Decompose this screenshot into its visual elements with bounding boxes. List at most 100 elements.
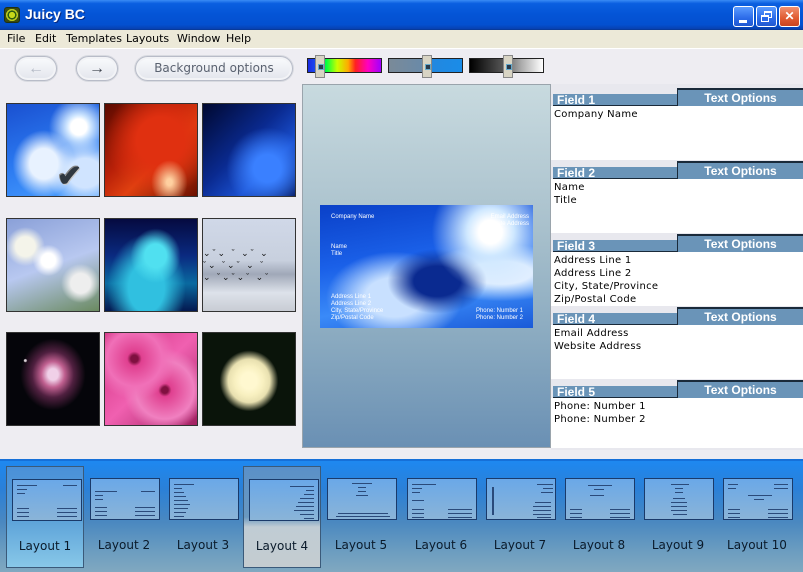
menu-help[interactable]: Help — [226, 32, 251, 45]
layout-thumbnail-line — [57, 508, 77, 509]
text-options-button[interactable]: Text Options — [677, 88, 803, 106]
field-line: Address Line 2 — [554, 268, 632, 279]
layout-thumbnail — [407, 478, 477, 520]
layout-label: Layout 4 — [255, 539, 309, 553]
layout-label: Layout 2 — [97, 538, 151, 552]
field-label: Field 5 — [553, 386, 678, 399]
layout-thumbnail — [249, 479, 319, 521]
layout-thumbnail-line — [610, 517, 630, 518]
layout-thumbnail-line — [174, 500, 188, 501]
layout-thumbnail-line — [448, 513, 472, 514]
layout-thumbnail-line — [352, 483, 372, 484]
layout-thumbnail-line — [63, 485, 77, 486]
menu-templates[interactable]: Templates — [66, 32, 122, 45]
layout-thumbnail-line — [610, 513, 630, 514]
field-label: Field 2 — [553, 167, 678, 180]
text-options-button[interactable]: Text Options — [677, 161, 803, 179]
menu-file[interactable]: File — [7, 32, 25, 45]
background-thumb-white-blossoms[interactable] — [6, 218, 100, 312]
field-text-area[interactable]: Company Name — [551, 106, 803, 160]
layout-label: Layout 8 — [572, 538, 626, 552]
layout-thumbnail — [169, 478, 239, 520]
layout-thumbnail-line — [728, 517, 740, 518]
layout-thumbnail-line — [671, 510, 687, 511]
layout-item-6[interactable]: Layout 6 — [402, 466, 480, 568]
hue-slider-thumb[interactable] — [314, 55, 325, 78]
layout-thumbnail-line — [412, 492, 420, 493]
layout-thumbnail-line — [412, 513, 424, 514]
back-button[interactable]: ← — [15, 56, 57, 81]
field-text-area[interactable]: Phone: Number 1 Phone: Number 2 — [551, 398, 803, 448]
text-options-button[interactable]: Text Options — [677, 307, 803, 325]
background-thumb-sky-clouds[interactable]: ✔ — [6, 103, 100, 197]
layout-thumbnail-line — [774, 484, 788, 485]
text-options-button[interactable]: Text Options — [677, 234, 803, 252]
layout-thumbnail-line — [358, 487, 366, 488]
title-bar[interactable]: Juicy BC ✕ — [0, 0, 803, 30]
business-card-preview[interactable]: Company Name Name Title Email Address We… — [320, 205, 533, 328]
card-address2: Address Line 2 — [331, 301, 372, 307]
background-thumb-pink-flowers[interactable] — [104, 332, 198, 426]
layout-item-2[interactable]: Layout 2 — [85, 466, 163, 568]
layout-item-10[interactable]: Layout 10 — [718, 466, 796, 568]
saturation-slider-thumb[interactable] — [421, 55, 432, 78]
layout-thumbnail-line — [95, 491, 117, 492]
brightness-slider[interactable] — [469, 55, 544, 78]
layout-thumbnail-line — [17, 493, 25, 494]
field-label: Field 4 — [553, 313, 678, 326]
app-window: Juicy BC ✕ File Edit Templates Layouts W… — [0, 0, 803, 572]
saturation-slider[interactable] — [388, 55, 463, 78]
menu-layouts[interactable]: Layouts — [126, 32, 169, 45]
background-thumb-birds-over-water[interactable]: ⌄ˇ⌄ ˇ ⌄ˇ ⌄ ˇ⌄ ˇ⌄ˇ ⌄ ˇ ⌄ ˇ⌄ˇ⌄ˇ ⌄ˇ — [202, 218, 296, 312]
background-thumb-nebula[interactable] — [6, 332, 100, 426]
background-thumb-blue-texture[interactable] — [202, 103, 296, 197]
restore-icon-front — [761, 15, 769, 22]
layout-thumbnail-line — [768, 513, 788, 514]
layout-item-7[interactable]: Layout 7 — [481, 466, 559, 568]
brightness-slider-thumb[interactable] — [502, 55, 513, 78]
layout-thumbnail-line — [754, 499, 764, 500]
layout-label: Layout 6 — [414, 538, 468, 552]
arrow-right-icon: → — [89, 60, 105, 77]
layout-item-8[interactable]: Layout 8 — [560, 466, 638, 568]
layout-item-4[interactable]: Layout 4 — [243, 466, 321, 568]
background-thumb-cyan-clouds[interactable] — [104, 218, 198, 312]
layout-label: Layout 9 — [651, 538, 705, 552]
layout-thumbnail-line — [533, 514, 551, 515]
menu-edit[interactable]: Edit — [35, 32, 56, 45]
layout-thumbnail-line — [95, 499, 103, 500]
layout-item-1[interactable]: Layout 1 — [6, 466, 84, 568]
layout-thumbnail-line — [95, 515, 107, 516]
background-thumb-red-texture[interactable] — [104, 103, 198, 197]
field-line: City, State/Province — [554, 281, 659, 292]
layout-thumbnail-line — [768, 517, 788, 518]
birds-decoration: ⌄ˇ⌄ ˇ ⌄ˇ ⌄ ˇ⌄ ˇ⌄ˇ ⌄ ˇ ⌄ ˇ⌄ˇ⌄ˇ ⌄ˇ — [203, 248, 271, 282]
layout-thumbnail-line — [671, 502, 687, 503]
field-text-area[interactable]: Name Title — [551, 179, 803, 233]
restore-button[interactable] — [756, 6, 777, 27]
layout-thumbnail — [486, 478, 556, 520]
layout-item-3[interactable]: Layout 3 — [164, 466, 242, 568]
layout-thumbnail-line — [448, 509, 472, 510]
layout-thumbnail-line — [17, 489, 27, 490]
card-address1: Address Line 1 — [331, 294, 372, 300]
layout-thumbnail-line — [306, 490, 314, 491]
layout-thumbnail-line — [304, 518, 314, 519]
card-email: Email Address — [490, 214, 529, 220]
field-text-area[interactable]: Email Address Website Address — [551, 325, 803, 379]
layout-thumbnail-line — [537, 517, 551, 518]
layout-label: Layout 7 — [493, 538, 547, 552]
layout-item-9[interactable]: Layout 9 — [639, 466, 717, 568]
background-options-button[interactable]: Background options — [135, 56, 293, 81]
forward-button[interactable]: → — [76, 56, 118, 81]
layout-item-5[interactable]: Layout 5 — [322, 466, 400, 568]
hue-slider[interactable] — [307, 55, 382, 78]
minimize-button[interactable] — [733, 6, 754, 27]
layout-thumbnail-line — [412, 488, 422, 489]
menu-window[interactable]: Window — [177, 32, 220, 45]
background-thumb-white-rose[interactable] — [202, 332, 296, 426]
text-options-button[interactable]: Text Options — [677, 380, 803, 398]
layout-thumbnail-line — [290, 486, 314, 487]
field-text-area[interactable]: Address Line 1 Address Line 2 City, Stat… — [551, 252, 803, 306]
close-button[interactable]: ✕ — [779, 6, 800, 27]
